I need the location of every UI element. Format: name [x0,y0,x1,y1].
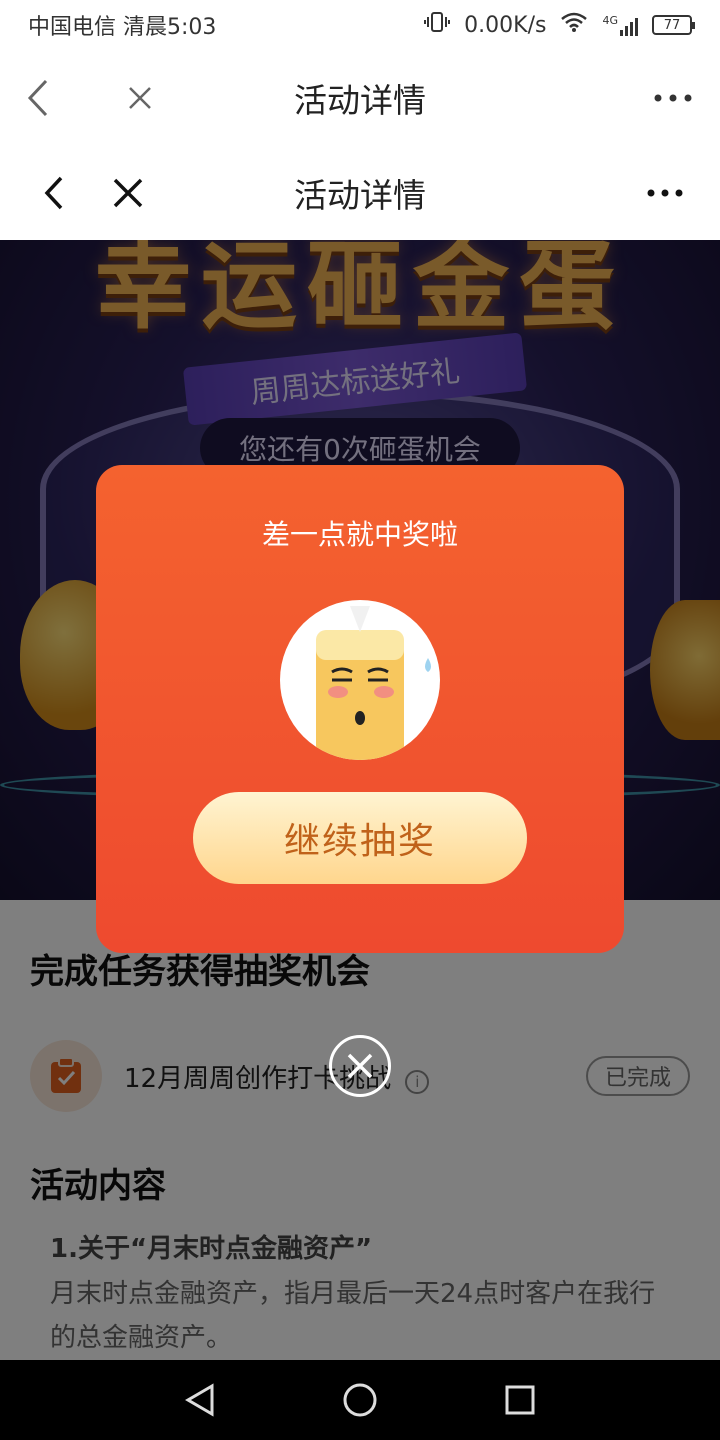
inner-more-button[interactable] [640,173,690,213]
nav-recents-icon [505,1385,535,1415]
more-button[interactable] [648,78,698,118]
result-modal: 差一点就中奖啦 继续抽奖 [96,465,624,953]
circle-close-icon [347,1053,373,1079]
sad-face-avatar [280,600,440,760]
vibrate-icon [424,10,451,40]
signal-icon: 4G [602,14,638,36]
inner-nav-bar: 活动详情 [0,145,720,240]
close-icon [129,86,151,109]
network-type: 4G [602,14,618,27]
nav-home-button[interactable] [320,1360,400,1440]
modal-close-button[interactable] [329,1035,391,1097]
nav-recents-button[interactable] [480,1360,560,1440]
nav-home-icon [343,1383,377,1417]
more-icon [654,94,692,101]
back-icon [44,176,63,209]
back-button[interactable] [18,68,58,128]
net-speed: 0.00K/s [464,12,547,38]
status-bar: 中国电信 清晨5:03 0.00K/s 4G 77 [0,0,720,50]
back-icon [27,79,48,116]
continue-draw-button[interactable]: 继续抽奖 [193,792,527,884]
modal-message: 差一点就中奖啦 [261,518,458,551]
inner-back-button[interactable] [34,163,74,223]
close-icon [113,178,143,207]
battery-indicator: 77 [652,15,695,35]
more-icon [647,189,683,196]
carrier-time: 中国电信 清晨5:03 [28,15,217,40]
close-button[interactable] [120,68,160,128]
inner-close-button[interactable] [106,163,150,223]
wifi-icon [560,11,588,39]
system-nav-bar [0,1360,720,1440]
page-title: 活动详情 [294,80,426,120]
outer-nav-bar: 活动详情 [0,50,720,145]
nav-back-button[interactable] [160,1360,240,1440]
nav-back-icon [185,1383,214,1417]
